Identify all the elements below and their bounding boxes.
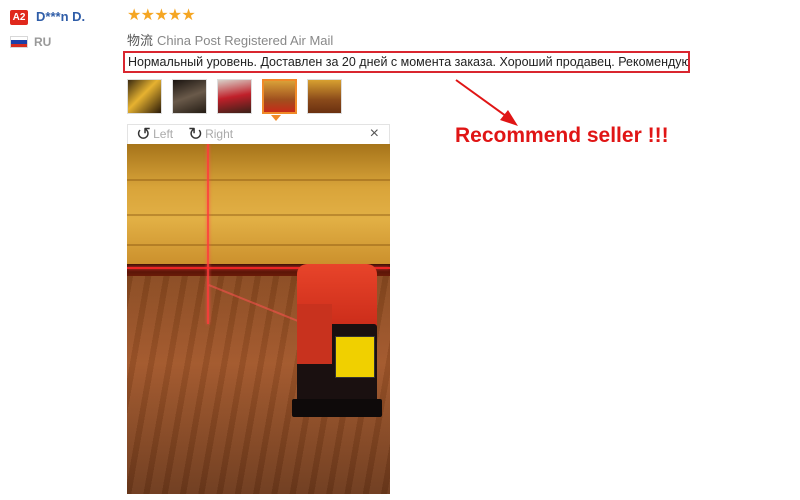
star-icon: ★ bbox=[154, 7, 169, 24]
photo-wall bbox=[127, 144, 390, 269]
photo-thumbnail[interactable] bbox=[217, 79, 252, 114]
star-icon: ★ bbox=[181, 7, 196, 24]
rotate-right-label: Right bbox=[205, 127, 234, 141]
photo-thumbnail[interactable] bbox=[172, 79, 207, 114]
star-icon: ★ bbox=[127, 7, 142, 24]
laser-line-vertical bbox=[207, 144, 209, 324]
shipping-label: 物流 bbox=[127, 33, 154, 48]
laser-level-device bbox=[292, 264, 382, 424]
shipping-method: China Post Registered Air Mail bbox=[157, 33, 334, 48]
active-thumbnail-pointer bbox=[271, 115, 281, 121]
rotate-right-button[interactable]: ↻ Right bbox=[188, 124, 234, 144]
reviewer-name[interactable]: D***n D. bbox=[36, 9, 85, 24]
annotation-text: Recommend seller !!! bbox=[455, 124, 669, 147]
reviewer-country: RU bbox=[34, 35, 52, 49]
photo-viewer-toolbar: ↺ Left ↻ Right × bbox=[127, 124, 390, 144]
rotate-left-label: Left bbox=[153, 127, 174, 141]
star-icon: ★ bbox=[167, 7, 183, 24]
shipping-info: 物流 China Post Registered Air Mail bbox=[127, 30, 333, 49]
photo-thumbnail-active[interactable] bbox=[262, 79, 297, 114]
russia-flag-icon bbox=[10, 36, 28, 48]
photo-thumbnail[interactable] bbox=[307, 79, 342, 114]
review-text: Нормальный уровень. Доставлен за 20 дней… bbox=[123, 51, 690, 73]
review-photo bbox=[127, 144, 390, 494]
level-badge: A2 bbox=[10, 10, 28, 25]
photo-thumbnails bbox=[127, 79, 342, 114]
close-viewer-button[interactable]: × bbox=[370, 125, 379, 143]
rotate-left-icon: ↺ bbox=[136, 124, 152, 144]
rotate-left-button[interactable]: ↺ Left bbox=[136, 124, 174, 144]
rotate-right-icon: ↻ bbox=[188, 124, 204, 144]
warning-sticker-icon bbox=[335, 336, 375, 378]
rating-stars: ★ ★ ★ ★ ★ bbox=[127, 7, 196, 24]
photo-thumbnail[interactable] bbox=[127, 79, 162, 114]
star-icon: ★ bbox=[140, 7, 155, 24]
